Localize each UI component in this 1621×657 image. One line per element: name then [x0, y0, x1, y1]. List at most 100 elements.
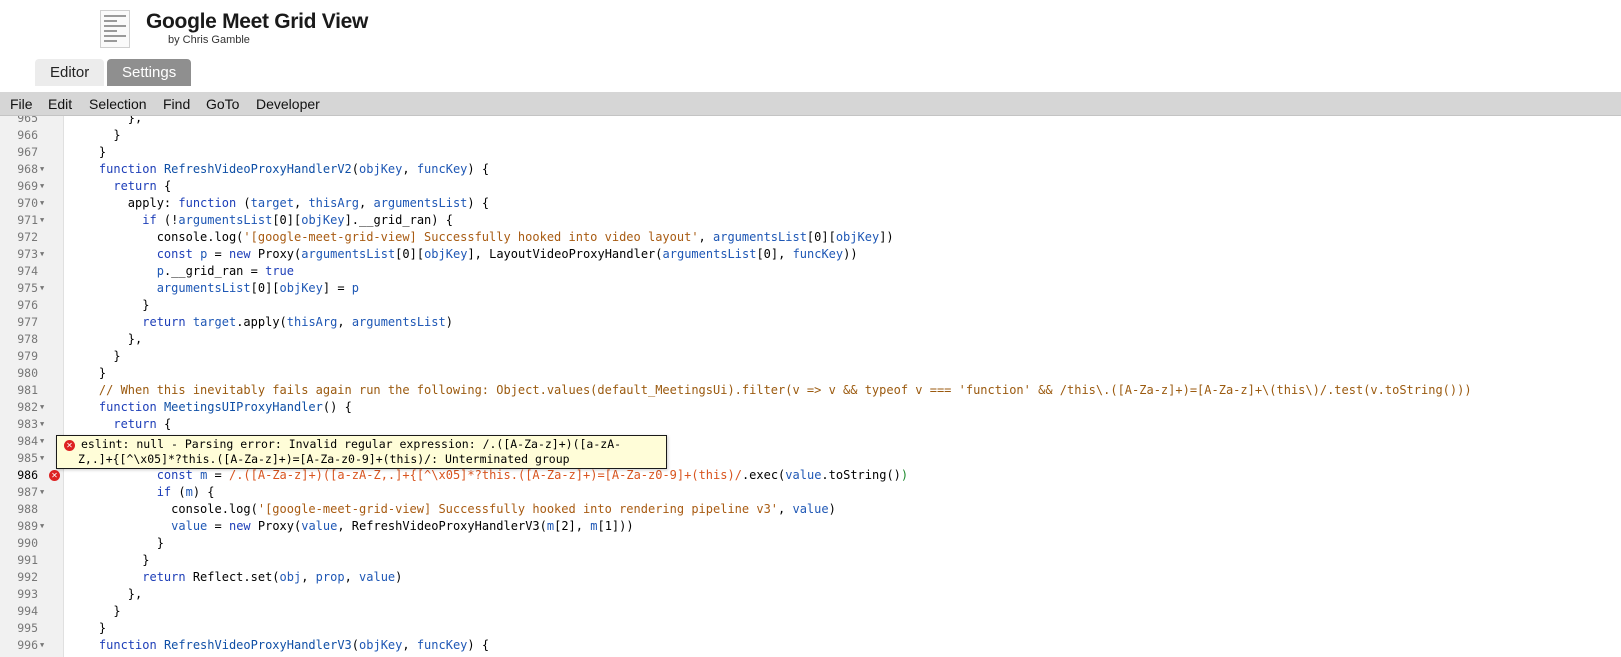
code-token: (	[236, 196, 251, 210]
menu-edit[interactable]: Edit	[48, 92, 72, 116]
menu-goto[interactable]: GoTo	[206, 92, 239, 116]
line-number: 985	[17, 451, 38, 465]
fold-arrow-icon[interactable]: ▼	[40, 178, 44, 195]
code-line[interactable]: 977 return target.apply(thisArg, argumen…	[0, 314, 1621, 331]
code-line[interactable]: 986 ✕ const m = /.([A-Za-z]+)([a-zA-Z,.]+…	[0, 467, 1621, 484]
code-token: ])	[879, 230, 894, 244]
error-icon[interactable]: ✕	[49, 470, 60, 481]
code-token: },	[70, 587, 143, 601]
tab-settings[interactable]: Settings	[107, 59, 192, 86]
code-token: {	[156, 179, 172, 193]
code-line[interactable]: 988 console.log('[google-meet-grid-view]…	[0, 501, 1621, 518]
code-line[interactable]: 992 return Reflect.set(obj, prop, value)	[0, 569, 1621, 586]
code-line[interactable]: 976 }	[0, 297, 1621, 314]
fold-arrow-icon[interactable]: ▼	[40, 212, 44, 229]
fold-arrow-icon[interactable]: ▼	[40, 246, 44, 263]
menu-selection[interactable]: Selection	[89, 92, 147, 116]
code-token: [0][	[250, 281, 280, 295]
fold-arrow-icon[interactable]: ▼	[40, 484, 44, 501]
line-number: 970	[17, 196, 38, 210]
code-lines[interactable]: 965 }, 966 } 967 } 968 ▼ function RefreshVid…	[0, 116, 1621, 654]
app-title: Google Meet Grid View	[146, 10, 369, 33]
code-text: value = new Proxy(value, RefreshVideoPro…	[70, 518, 633, 535]
code-line[interactable]: 995 }	[0, 620, 1621, 637]
code-text: },	[70, 331, 142, 348]
code-line[interactable]: 979 }	[0, 348, 1621, 365]
code-token: )	[828, 502, 836, 516]
line-number: 988	[17, 502, 38, 516]
code-line[interactable]: 981 // When this inevitably fails again …	[0, 382, 1621, 399]
code-line[interactable]: 996 ▼ function RefreshVideoProxyHandlerV3…	[0, 637, 1621, 654]
code-line[interactable]: 971 ▼ if (!argumentsList[0][objKey].__gri…	[0, 212, 1621, 229]
code-token: objKey	[424, 247, 468, 261]
code-token: const	[156, 247, 193, 261]
fold-arrow-icon[interactable]: ▼	[40, 450, 44, 467]
code-text: const p = new Proxy(argumentsList[0][obj…	[70, 246, 858, 263]
code-token: RefreshVideoProxyHandlerV3	[163, 638, 352, 652]
fold-arrow-icon[interactable]: ▼	[40, 161, 44, 178]
app-author: by Chris Gamble	[168, 34, 250, 46]
code-token: argumentsList	[713, 230, 807, 244]
code-text: p.__grid_ran = true	[70, 263, 294, 280]
code-token: .apply(	[236, 315, 287, 329]
code-token: },	[70, 332, 143, 346]
code-line[interactable]: 975 ▼ argumentsList[0][objKey] = p	[0, 280, 1621, 297]
code-token: function	[178, 196, 237, 210]
code-token: )	[395, 570, 403, 584]
code-token: argumentsList	[178, 213, 273, 227]
menu-developer[interactable]: Developer	[256, 92, 320, 116]
code-line[interactable]: 994 }	[0, 603, 1621, 620]
code-token: argumentsList	[301, 247, 396, 261]
code-token: (	[171, 485, 186, 499]
menu-find[interactable]: Find	[163, 92, 190, 116]
code-editor[interactable]: 965 }, 966 } 967 } 968 ▼ function RefreshVid…	[0, 116, 1621, 657]
code-token: ] =	[322, 281, 352, 295]
code-token: objKey	[279, 281, 323, 295]
code-line[interactable]: 982 ▼ function MeetingsUIProxyHandler() {	[0, 399, 1621, 416]
fold-arrow-icon[interactable]: ▼	[40, 280, 44, 297]
code-token: ) {	[467, 638, 490, 652]
code-line[interactable]: 974 p.__grid_ran = true	[0, 263, 1621, 280]
code-token: /.([A-Za-z]+)([a-zA-Z,.]+{[^\x05]*?this.…	[228, 468, 742, 482]
code-line[interactable]: 969 ▼ return {	[0, 178, 1621, 195]
code-text: },	[70, 116, 142, 127]
line-number: 984	[17, 434, 38, 448]
code-token: [0][	[395, 247, 425, 261]
fold-arrow-icon[interactable]: ▼	[40, 518, 44, 535]
code-line[interactable]: 973 ▼ const p = new Proxy(argumentsList[0…	[0, 246, 1621, 263]
code-token: ,	[337, 315, 352, 329]
code-line[interactable]: 966 }	[0, 127, 1621, 144]
line-number: 986	[17, 468, 38, 482]
fold-arrow-icon[interactable]: ▼	[40, 416, 44, 433]
code-line[interactable]: 993 },	[0, 586, 1621, 603]
code-line[interactable]: 991 }	[0, 552, 1621, 569]
code-token: {	[156, 417, 172, 431]
code-line[interactable]: 970 ▼ apply: function (target, thisArg, a…	[0, 195, 1621, 212]
code-line[interactable]: 965 },	[0, 116, 1621, 127]
fold-arrow-icon[interactable]: ▼	[40, 433, 44, 450]
tab-editor[interactable]: Editor	[35, 59, 105, 86]
code-line[interactable]: 968 ▼ function RefreshVideoProxyHandlerV2…	[0, 161, 1621, 178]
fold-arrow-icon[interactable]: ▼	[40, 637, 44, 654]
code-token: objKey	[359, 638, 403, 652]
code-token: }	[70, 366, 107, 380]
menu-file[interactable]: File	[10, 92, 33, 116]
code-text: apply: function (target, thisArg, argume…	[70, 195, 489, 212]
code-line[interactable]: 990 }	[0, 535, 1621, 552]
fold-arrow-icon[interactable]: ▼	[40, 195, 44, 212]
code-line[interactable]: 983 ▼ return {	[0, 416, 1621, 433]
code-token: ,	[293, 196, 309, 210]
code-line[interactable]: 989 ▼ value = new Proxy(value, RefreshVid…	[0, 518, 1621, 535]
code-line[interactable]: 980 }	[0, 365, 1621, 382]
code-line[interactable]: 967 }	[0, 144, 1621, 161]
code-line[interactable]: 987 ▼ if (m) {	[0, 484, 1621, 501]
error-icon: ✕	[64, 440, 75, 451]
extension-logo-icon	[100, 10, 130, 48]
code-line[interactable]: 972 console.log('[google-meet-grid-view]…	[0, 229, 1621, 246]
code-line[interactable]: 978 },	[0, 331, 1621, 348]
code-token: }	[70, 621, 107, 635]
fold-arrow-icon[interactable]: ▼	[40, 399, 44, 416]
